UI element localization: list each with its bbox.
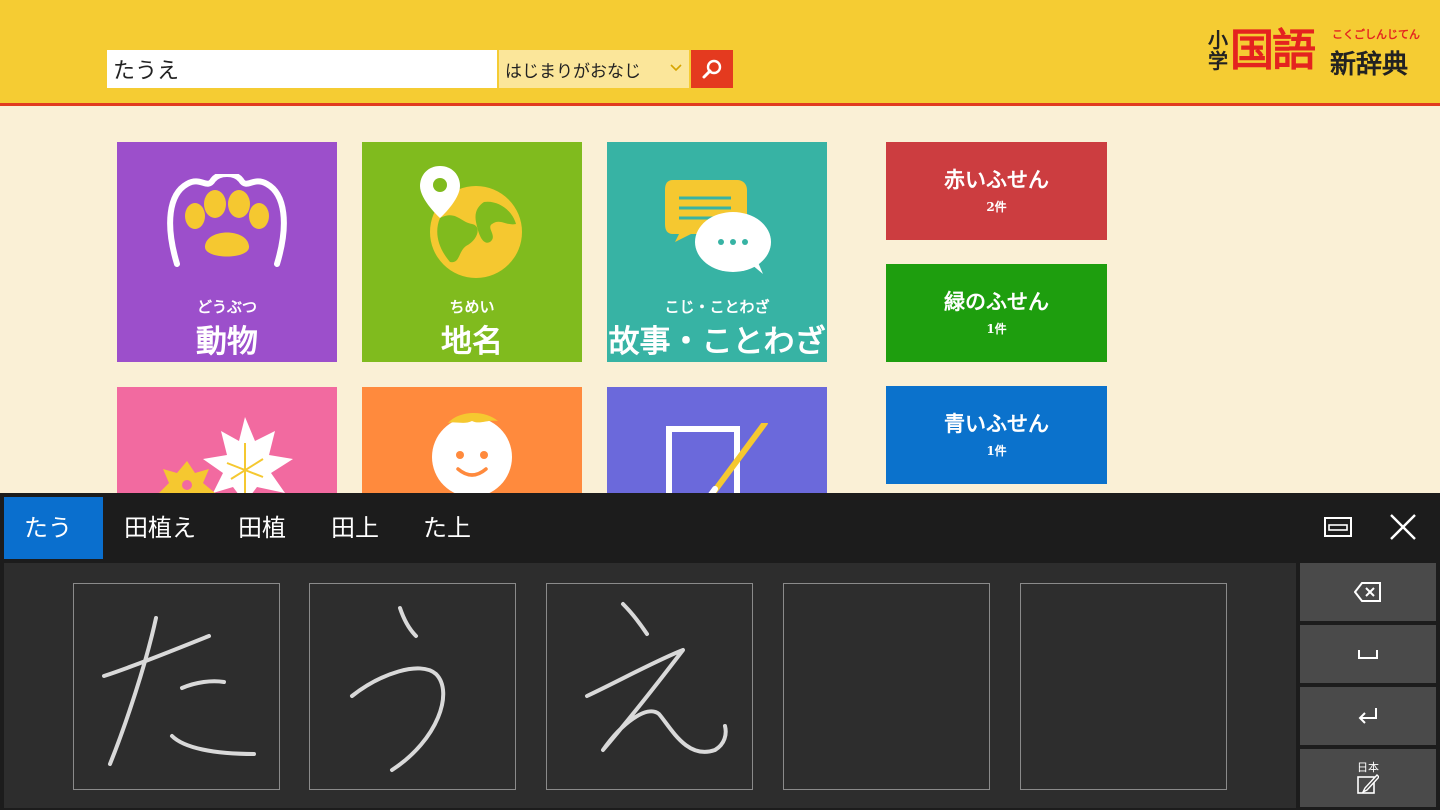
dock-icon — [1324, 517, 1352, 537]
handwriting-area[interactable] — [4, 563, 1296, 808]
candidate-item[interactable]: 田植 — [218, 497, 306, 559]
paw-icon — [167, 174, 287, 267]
fusen-blue[interactable]: 青いふせん 1件 — [886, 386, 1107, 484]
tile-proverbs[interactable]: こじ・ことわざ 故事・ことわざ — [607, 142, 827, 362]
candidate-item[interactable]: たうえ — [4, 497, 103, 604]
handwritten-stroke — [585, 602, 728, 754]
tile-places[interactable]: ちめい 地名 — [362, 142, 582, 362]
fusen-red[interactable]: 赤いふせん 2件 — [886, 142, 1107, 240]
candidate-item[interactable]: 田上 — [311, 497, 399, 559]
writing-box[interactable] — [783, 583, 990, 790]
fusen-green[interactable]: 緑のふせん 1件 — [886, 264, 1107, 362]
enter-key[interactable] — [1300, 687, 1436, 745]
writing-box[interactable] — [546, 583, 753, 790]
space-key[interactable] — [1300, 625, 1436, 683]
app-logo: 小学 国語 こくごしんじてん 新辞典 — [1208, 25, 1420, 81]
language-key[interactable]: 日本 — [1300, 749, 1436, 807]
globe-pin-icon — [420, 166, 522, 278]
search-icon — [702, 59, 722, 79]
candidate-item[interactable]: た上 — [403, 497, 491, 559]
search-mode-value: はじまりがおなじ — [505, 61, 641, 82]
tile-animals[interactable]: どうぶつ 動物 — [117, 142, 337, 362]
person-icon — [432, 412, 512, 495]
enter-icon — [1358, 708, 1377, 724]
search-input[interactable]: たうえ — [107, 50, 497, 88]
writing-box[interactable] — [309, 583, 516, 790]
app-header: たうえ はじまりがおなじ 小学 国語 こくごしんじてん 新辞典 — [0, 0, 1440, 106]
backspace-icon — [1354, 582, 1381, 602]
search-button[interactable] — [691, 50, 733, 88]
writing-box[interactable] — [1020, 583, 1227, 790]
speech-bubbles-icon — [665, 180, 771, 274]
chevron-down-icon — [670, 64, 682, 72]
handwriting-panel: たうえ 田植え 田植 田上 た上 — [0, 493, 1440, 810]
handwritten-stroke — [102, 616, 256, 766]
handwritten-stroke — [350, 606, 446, 772]
close-icon — [1390, 514, 1416, 540]
search-mode-select[interactable]: はじまりがおなじ — [499, 50, 689, 88]
close-button[interactable] — [1383, 507, 1423, 547]
candidate-bar: たうえ 田植え 田植 田上 た上 — [0, 493, 1440, 604]
leaf-flower-icon — [159, 417, 293, 503]
language-label: 日本 — [1357, 761, 1379, 774]
backspace-key[interactable] — [1300, 563, 1436, 621]
writing-box[interactable] — [73, 583, 280, 790]
candidate-item[interactable]: 田植え — [104, 497, 216, 559]
paper-brush-icon — [666, 423, 768, 503]
space-icon — [1358, 650, 1378, 659]
dock-keyboard-button[interactable] — [1318, 507, 1358, 547]
pen-icon — [1357, 774, 1379, 794]
